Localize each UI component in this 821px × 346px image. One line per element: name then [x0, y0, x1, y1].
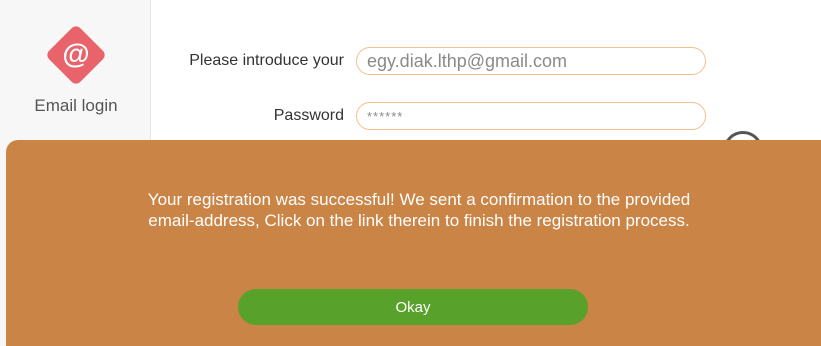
okay-button[interactable]: Okay: [238, 289, 588, 325]
password-input[interactable]: [356, 102, 706, 130]
email-row: Please introduce your: [150, 46, 706, 76]
at-glyph: @: [62, 38, 90, 69]
dialog-message-line-1: Your registration was successful! We sen…: [147, 190, 691, 209]
password-row: Password: [150, 101, 706, 131]
dialog-message-line-2: email-address, Click on the link therein…: [148, 211, 690, 230]
password-label: Password: [273, 107, 344, 124]
email-label: Please introduce your: [189, 52, 344, 69]
registration-success-dialog: Your registration was successful! We sen…: [6, 140, 821, 346]
email-input[interactable]: [356, 47, 706, 75]
sidebar-item-email-login[interactable]: @ Email login: [20, 22, 132, 116]
at-sign-icon: @: [43, 22, 109, 88]
dialog-message: Your registration was successful! We sen…: [6, 189, 821, 231]
sidebar-item-label: Email login: [34, 96, 118, 115]
registration-page: @ Email login Please introduce your Pass…: [0, 0, 821, 346]
